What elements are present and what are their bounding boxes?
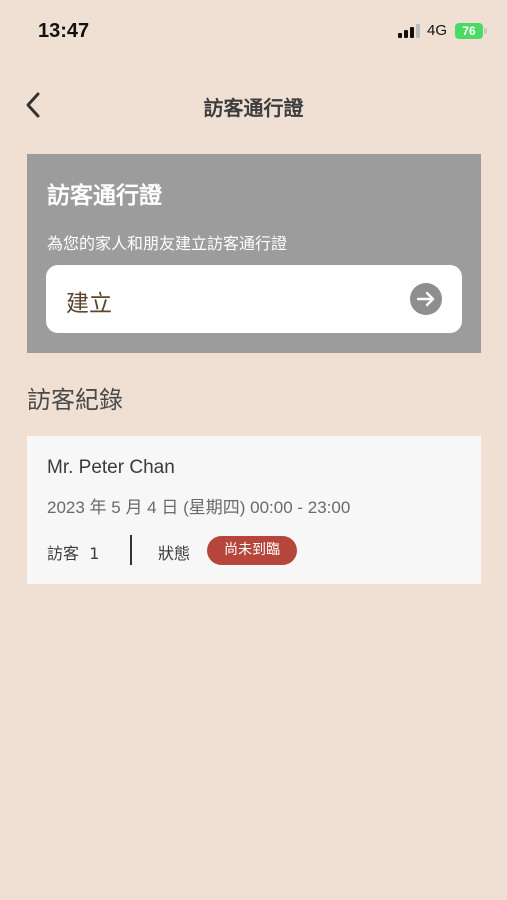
signal-icon — [398, 24, 420, 38]
visit-datetime: 2023 年 5 月 4 日 (星期四) 00:00 - 23:00 — [47, 498, 351, 517]
visitor-count-label: 訪客 — [47, 544, 80, 563]
records-section-title: 訪客紀錄 — [27, 386, 123, 414]
network-type: 4G — [427, 22, 448, 39]
status-badge: 尚未到臨 — [207, 536, 297, 565]
card-subtitle: 為您的家人和朋友建立訪客通行證 — [47, 234, 288, 253]
arrow-right-circle-icon — [410, 283, 442, 315]
visitor-count: 訪客 1 — [47, 540, 99, 564]
card-title: 訪客通行證 — [47, 183, 162, 209]
page-title: 訪客通行證 — [203, 96, 304, 120]
status-time: 13:47 — [38, 20, 90, 42]
nav-bar: 訪客通行證 — [0, 80, 507, 132]
status-label: 狀態 — [158, 544, 191, 563]
battery-tip — [484, 28, 487, 34]
visitor-pass-card: 訪客通行證 為您的家人和朋友建立訪客通行證 建立 — [27, 154, 481, 353]
create-label: 建立 — [66, 291, 112, 317]
visitor-record-card[interactable]: Mr. Peter Chan 2023 年 5 月 4 日 (星期四) 00:0… — [27, 436, 481, 584]
divider — [130, 535, 132, 565]
visitor-count-value: 1 — [89, 544, 100, 563]
status-bar: 13:47 4G 76 — [0, 0, 507, 64]
visitor-name: Mr. Peter Chan — [47, 457, 175, 478]
battery-icon: 76 — [455, 23, 483, 39]
create-pass-button[interactable]: 建立 — [46, 265, 462, 333]
